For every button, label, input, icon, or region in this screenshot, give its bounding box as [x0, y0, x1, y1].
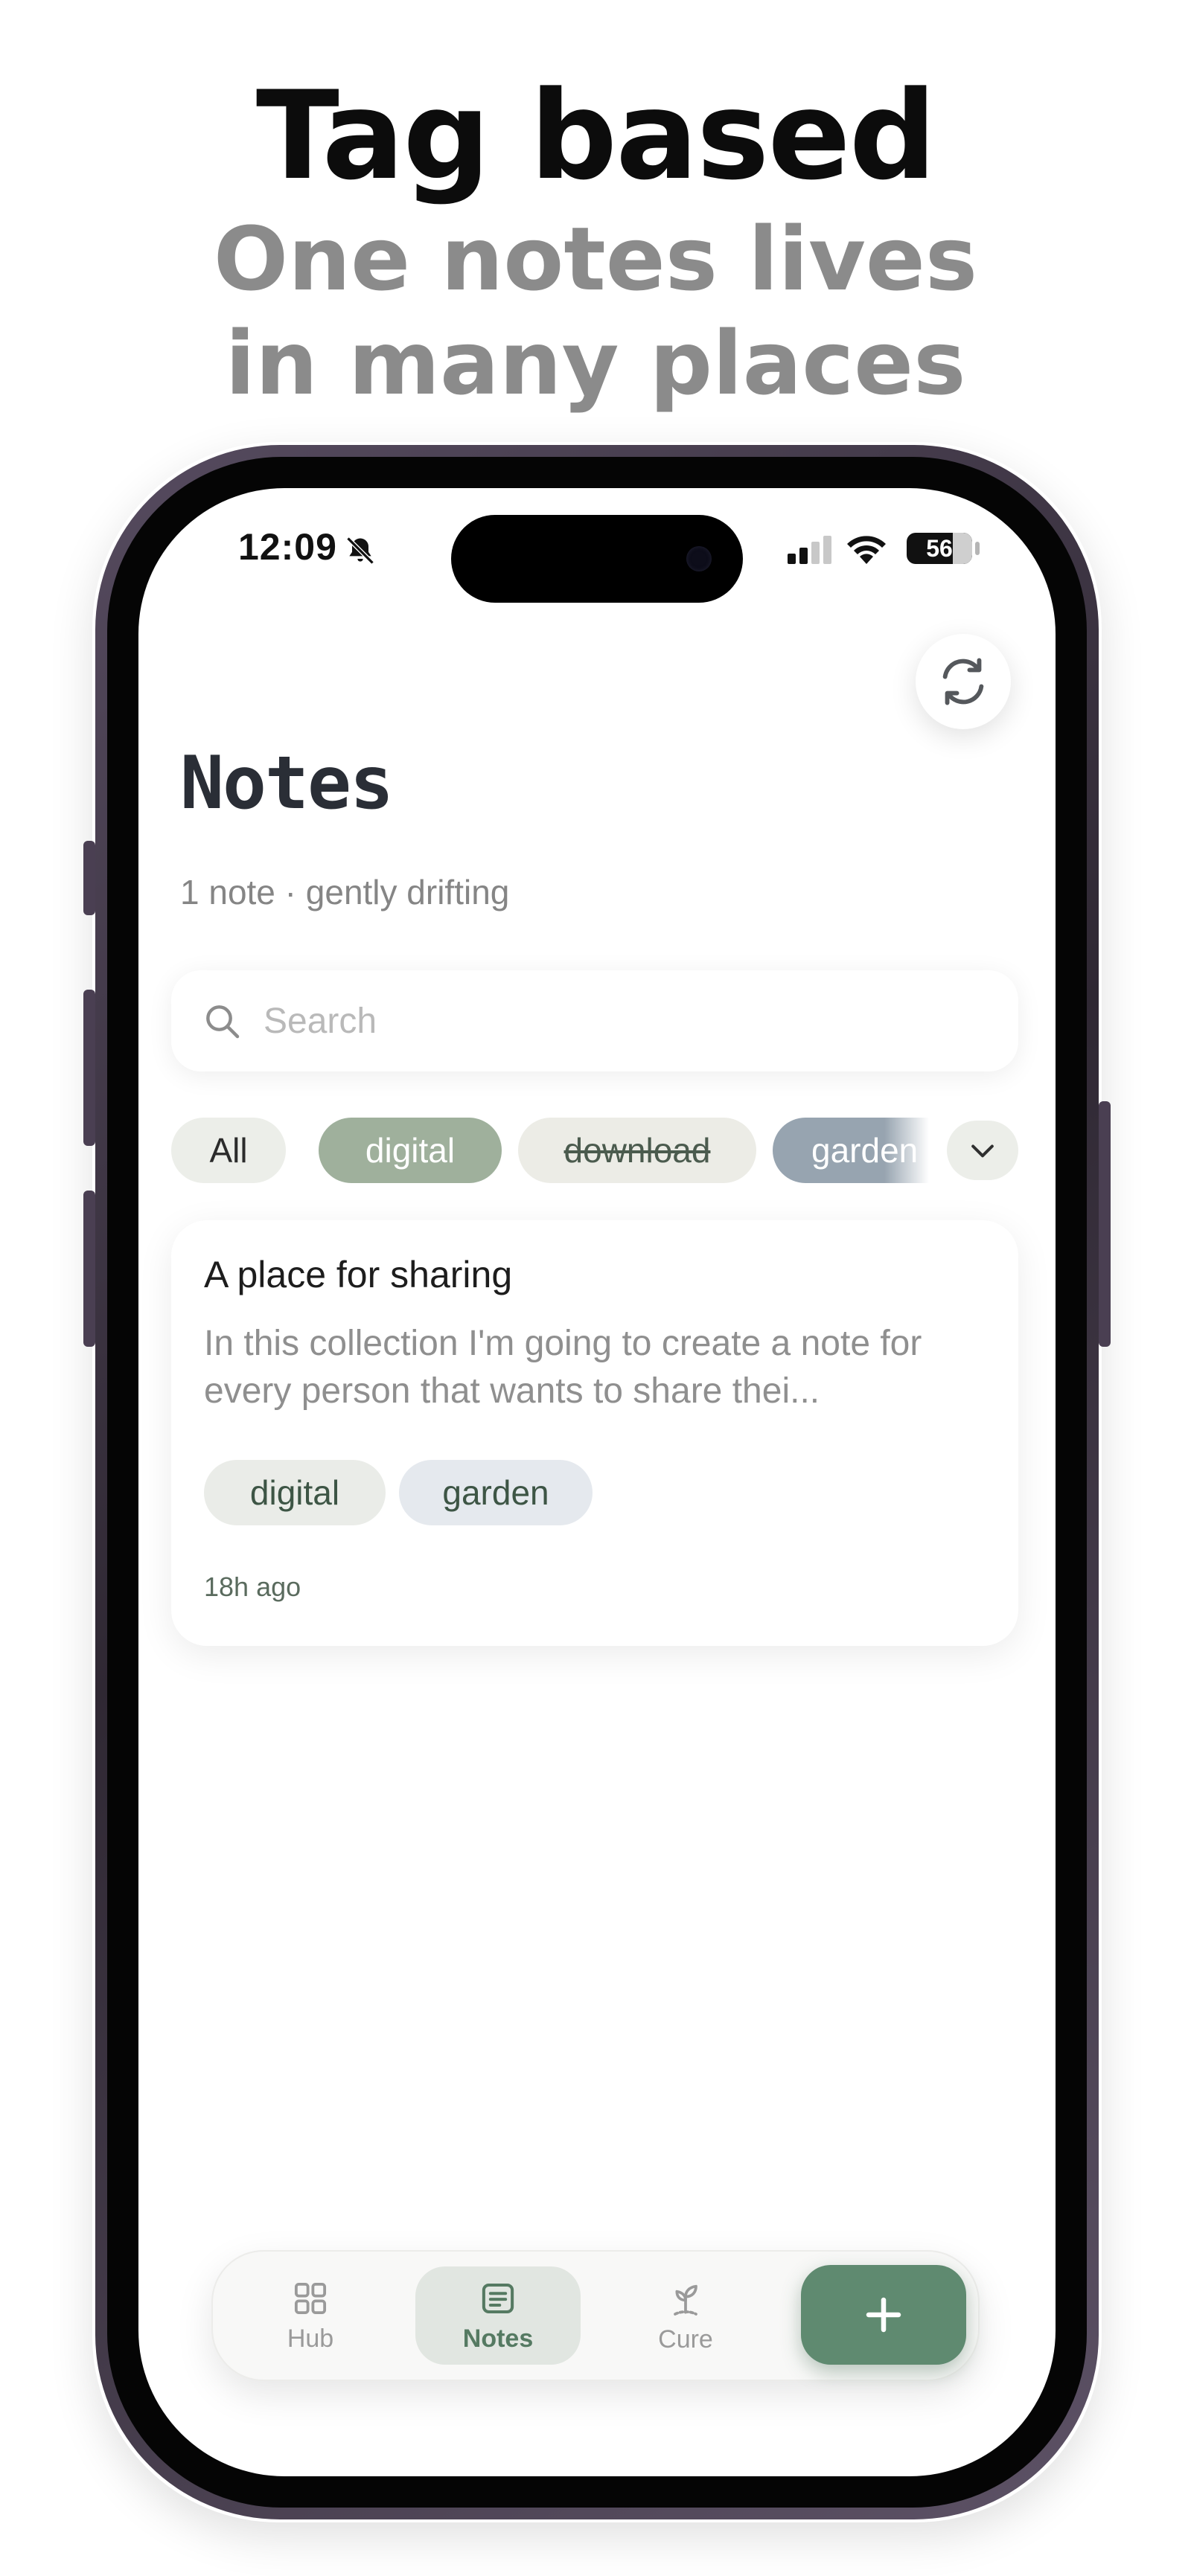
- search-input[interactable]: [264, 1000, 933, 1042]
- battery-level: 56: [926, 535, 953, 562]
- cellular-signal-icon: [788, 536, 831, 564]
- note-icon: [482, 2283, 514, 2313]
- app-screen: 12:09 56 Notes 1 note · gently drifting: [138, 488, 1056, 2476]
- battery-empty-segment: [953, 533, 972, 564]
- chevron-down-icon: [971, 1144, 994, 1158]
- tab-cure-label: Cure: [658, 2325, 713, 2354]
- headline-subtitle-line2: in many places: [225, 312, 966, 414]
- grid-icon: [294, 2282, 327, 2314]
- tab-hub[interactable]: Hub: [228, 2266, 393, 2365]
- note-card[interactable]: A place for sharing In this collection I…: [171, 1220, 1018, 1646]
- phone-volume-up: [83, 990, 95, 1146]
- plus-icon: [866, 2297, 901, 2333]
- headline-subtitle-line1: One notes lives: [213, 208, 978, 310]
- tab-notes-label: Notes: [462, 2324, 534, 2353]
- sprout-icon: [674, 2284, 697, 2316]
- tab-notes[interactable]: Notes: [415, 2266, 581, 2365]
- note-title: A place for sharing: [204, 1254, 513, 1295]
- expand-filters-button[interactable]: [947, 1121, 1018, 1180]
- camera-lens: [686, 546, 712, 571]
- phone-volume-down: [83, 1191, 95, 1347]
- bottom-tab-bar: Hub Notes Cure: [211, 2250, 980, 2381]
- phone-power-button: [1099, 1101, 1111, 1347]
- battery-icon: 56: [907, 533, 972, 564]
- marketing-headline: Tag based One notes lives in many places: [0, 65, 1191, 415]
- search-bar[interactable]: [171, 970, 1018, 1071]
- headline-title: Tag based: [255, 65, 936, 207]
- note-tag-digital[interactable]: digital: [204, 1460, 386, 1525]
- sync-button[interactable]: [916, 634, 1011, 729]
- page-title: Notes: [180, 741, 394, 826]
- note-timestamp: 18h ago: [204, 1571, 301, 1602]
- filter-chip-garden[interactable]: garden: [773, 1118, 929, 1183]
- refresh-icon: [942, 658, 984, 705]
- dynamic-island: [451, 515, 743, 603]
- tab-hub-label: Hub: [287, 2324, 334, 2353]
- tag-filter-row: All digital download garden: [171, 1118, 1018, 1183]
- page-subtitle: 1 note · gently drifting: [180, 873, 510, 911]
- chip-fade-overlay: [884, 1118, 929, 1183]
- wifi-icon: [847, 536, 886, 564]
- battery-cap: [975, 542, 980, 555]
- status-time: 12:09: [238, 526, 337, 568]
- filter-chip-download[interactable]: download: [518, 1118, 756, 1183]
- add-note-button[interactable]: [801, 2265, 966, 2365]
- note-tag-garden[interactable]: garden: [399, 1460, 593, 1525]
- search-icon: [206, 1005, 240, 1039]
- filter-chip-digital[interactable]: digital: [319, 1118, 502, 1183]
- bell-slash-icon: [346, 536, 374, 565]
- filter-chip-all[interactable]: All: [171, 1118, 286, 1183]
- tab-cure[interactable]: Cure: [603, 2266, 768, 2365]
- note-excerpt: In this collection I'm going to create a…: [204, 1324, 922, 1411]
- phone-silent-switch: [83, 841, 95, 915]
